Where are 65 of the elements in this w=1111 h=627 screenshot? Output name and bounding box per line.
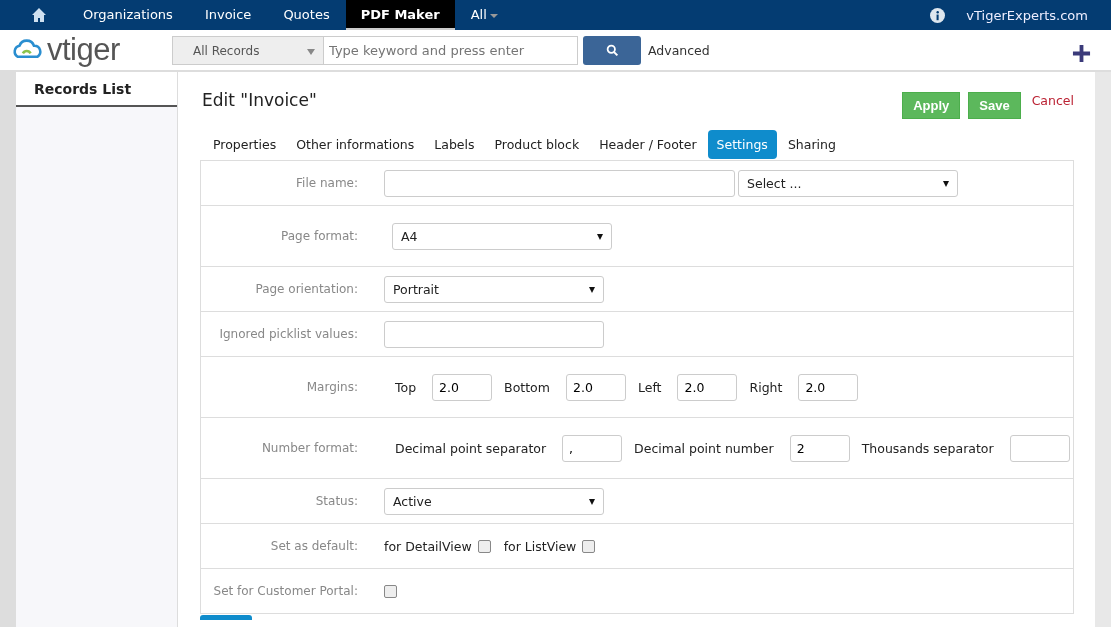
search-icon [605,43,619,57]
nav-tab[interactable]: All [454,0,514,30]
checkbox-label: for DetailView [384,538,472,554]
caret-icon [589,286,595,293]
search-button[interactable] [583,35,641,65]
field-label: File name: [295,176,358,190]
caret-icon [589,498,595,505]
advanced-link[interactable]: Advanced [648,42,710,58]
field-label: Decimal point separator [395,440,547,456]
sidebar-title[interactable]: Records List [16,72,177,107]
tab[interactable]: Properties [204,130,286,159]
field-label: Page format: [280,229,358,243]
plus-icon[interactable] [1072,43,1091,63]
tab[interactable]: Labels [425,130,484,159]
page-title: Edit "Invoice" [201,90,317,110]
checkbox[interactable] [582,539,596,553]
input-field[interactable]: 2 [789,434,850,462]
field-label: Left [637,379,662,395]
scope-dropdown[interactable]: All Records [172,35,324,65]
caret-icon [307,48,315,55]
scrollbar[interactable] [1095,72,1111,627]
logo-text: vtiger [47,32,121,68]
field-label: Right [749,379,783,395]
info-icon[interactable] [930,7,946,23]
field-label: Set as default: [269,539,358,553]
input-field[interactable]: 2.0 [432,373,493,401]
nav-tab[interactable]: Organizations [67,0,189,30]
tab[interactable]: Sharing [778,130,845,159]
field-label: Status: [314,494,358,508]
field-label: Top [395,379,417,395]
caret-icon [597,233,603,240]
input-field[interactable]: , [562,434,623,462]
select-dropdown[interactable]: Active [384,487,604,515]
field-label: Number format: [260,441,358,455]
home-icon[interactable] [31,7,47,23]
field-label: Set for Customer Portal: [212,584,358,598]
tab[interactable]: Settings [707,130,777,159]
input-field[interactable]: 2.0 [677,373,738,401]
field-label: Ignored picklist values: [218,327,358,341]
caret-icon [943,180,949,187]
cancel-link[interactable]: Cancel [1031,92,1074,108]
select-dropdown[interactable]: Select ... [738,169,958,197]
field-label: Bottom [504,379,550,395]
field-label: Thousands separator [861,440,994,456]
checkbox[interactable] [477,539,491,553]
tab[interactable]: Other informations [287,130,424,159]
tab[interactable]: Header / Footer [590,130,706,159]
input-field[interactable] [384,320,604,348]
nav-tab[interactable]: PDF Maker [345,0,455,30]
checkbox-label: for ListView [503,538,577,554]
input-field[interactable] [1009,434,1070,462]
select-dropdown[interactable]: Portrait [384,275,604,303]
input-field[interactable]: 2.0 [565,373,626,401]
nav-tab[interactable]: Quotes [267,0,346,30]
search-field[interactable]: Type keyword and press enter [324,35,578,65]
nav-tab[interactable]: Invoice [188,0,268,30]
checkbox[interactable] [384,584,397,598]
file-name-field[interactable] [384,169,735,197]
field-label: Page orientation: [254,282,358,296]
input-field[interactable]: 2.0 [798,373,859,401]
field-label: Decimal point number [634,440,774,456]
field-label: Margins: [305,380,358,394]
tab[interactable]: Product block [485,130,589,159]
select-dropdown[interactable]: A4 [392,222,612,250]
user-link[interactable]: vTigerExperts.com [966,7,1088,23]
